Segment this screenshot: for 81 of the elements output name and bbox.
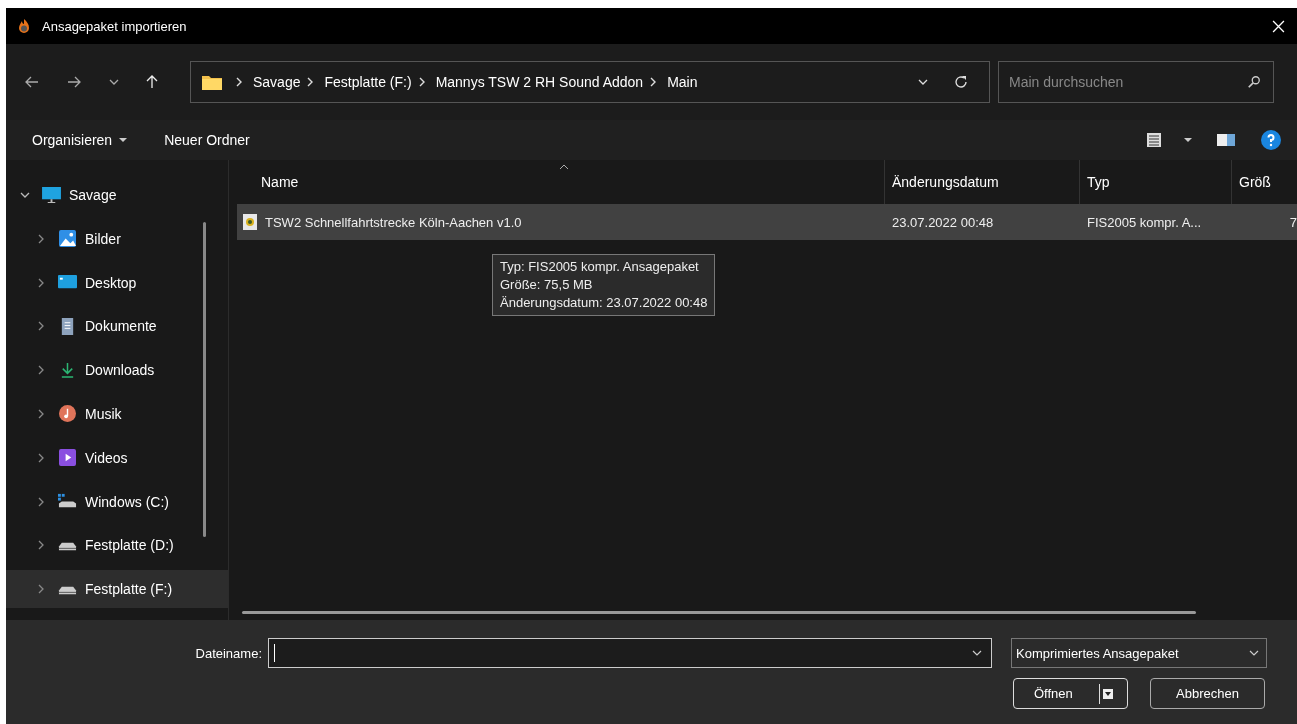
sidebar-label: Savage [69,187,117,203]
sidebar-label: Dokumente [85,318,157,335]
sidebar-item[interactable]: Bilder [6,219,228,258]
tooltip-line: Typ: FIS2005 kompr. Ansagepaket [500,258,700,276]
video-icon [58,449,77,467]
preview-pane-icon[interactable] [1217,132,1235,148]
filename-field[interactable] [268,638,992,668]
sidebar-item[interactable]: Downloads [6,351,228,390]
sidebar-label: Festplatte (D:) [85,537,174,554]
sidebar-item[interactable]: Dokumente [6,307,228,346]
chevron-icon[interactable] [20,190,30,200]
forward-arrow-icon[interactable] [66,74,82,90]
file-date: 23.07.2022 00:48 [891,214,995,230]
chevron-icon[interactable] [36,496,46,507]
music-note-icon [58,405,77,423]
folder-icon [201,73,223,91]
search-field[interactable]: Main durchsuchen [998,61,1274,103]
cancel-button[interactable]: Abbrechen [1150,678,1265,709]
help-icon[interactable] [1261,130,1281,150]
refresh-icon[interactable] [953,74,969,90]
back-arrow-icon[interactable] [24,74,40,90]
search-input[interactable]: Main durchsuchen [1007,73,1247,91]
new-folder-button[interactable]: Neuer Ordner [158,128,256,152]
chevron-icon[interactable] [36,365,46,376]
filename-label: Dateiname: [194,645,262,661]
scrollbar[interactable] [242,611,1196,614]
sidebar-label: Festplatte (F:) [85,581,173,598]
sidebar-item[interactable]: Desktop [6,263,228,302]
sidebar-item[interactable]: Windows (C:) [6,482,228,521]
open-button[interactable]: Öffnen [1013,678,1128,709]
sidebar-label: Videos [85,449,128,466]
sidebar-label: Windows (C:) [85,493,169,510]
text-cursor [274,644,275,662]
sidebar-label: Bilder [85,230,121,247]
caret-icon [118,137,129,143]
sidebar-item[interactable]: Musik [6,395,228,433]
file-type: FIS2005 kompr. A... [1086,214,1203,230]
chevron-right-icon [649,77,658,87]
file-size: 7 [1288,214,1297,230]
organize-button[interactable]: Organisieren [26,128,135,152]
chevron-right-icon [306,77,315,87]
close-icon[interactable] [1272,19,1285,33]
search-icon [1247,75,1261,89]
chevron-right-icon [235,77,243,87]
sidebar-label: Desktop [85,274,137,291]
file-icon [243,214,257,230]
caret-icon [1103,688,1113,699]
monitor-icon [42,186,61,204]
file-row[interactable]: TSW2 Schnellfahrtstrecke Köln-Aachen v1.0 23.07.2022 00:48 FIS2005 kompr. A... 7 [237,204,1297,240]
sort-up-icon [559,164,569,170]
sidebar-item[interactable]: Festplatte (D:) [6,526,228,565]
chevron-icon[interactable] [36,321,46,332]
chevron-icon[interactable] [36,277,46,288]
chevron-icon[interactable] [36,452,46,463]
sidebar-item[interactable]: Festplatte (F:) [6,570,228,609]
sidebar-item[interactable]: Videos [6,438,228,477]
chevron-right-icon [417,77,426,87]
breadcrumb[interactable]: Main [667,74,698,90]
up-arrow-icon[interactable] [144,74,160,90]
chevron-icon[interactable] [36,233,46,244]
sidebar-label: Musik [85,406,122,422]
chevron-icon[interactable] [36,409,46,419]
breadcrumb[interactable]: Savage [253,74,301,90]
scrollbar[interactable] [203,222,206,537]
caret-icon[interactable] [1183,137,1193,143]
file-name: TSW2 Schnellfahrtstrecke Köln-Aachen v1.0 [265,214,522,230]
breadcrumb[interactable]: Festplatte (F:) [324,74,412,90]
flame-app-icon [16,18,32,34]
picture-icon [58,230,77,248]
chevron-icon[interactable] [36,540,46,551]
sidebar-item[interactable]: Savage [6,176,228,214]
sidebar-label: Downloads [85,362,155,379]
chevron-icon[interactable] [36,584,46,595]
window-title: Ansagepaket importieren [42,18,187,34]
file-type-dropdown[interactable]: Komprimiertes Ansagepaket [1011,638,1267,668]
address-bar[interactable]: Savage Festplatte (F:) Mannys TSW 2 RH Sound Addon Main [190,61,990,103]
breadcrumb[interactable]: Mannys TSW 2 RH Sound Addon [435,74,644,90]
view-list-icon[interactable] [1145,132,1163,148]
tooltip-line: Größe: 75,5 MB [500,276,594,294]
tooltip-line: Änderungsdatum: 23.07.2022 00:48 [500,294,708,312]
column-header[interactable]: Name [237,160,884,204]
